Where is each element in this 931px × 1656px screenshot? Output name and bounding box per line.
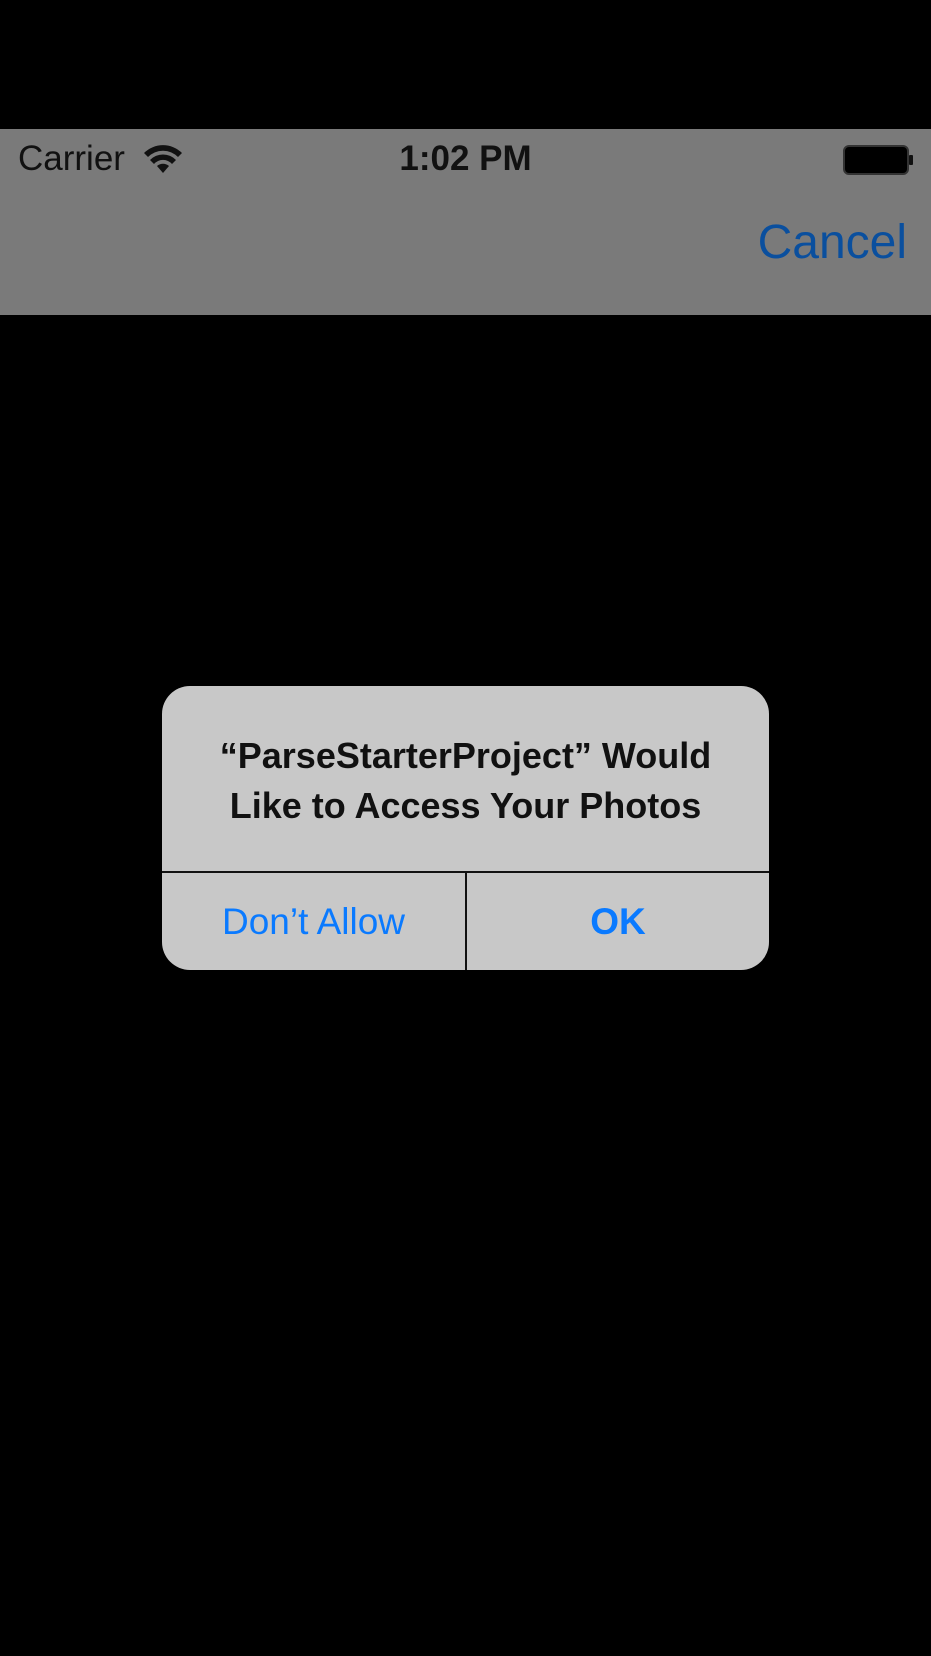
dont-allow-button[interactable]: Don’t Allow bbox=[162, 873, 465, 970]
cancel-button[interactable]: Cancel bbox=[758, 216, 907, 270]
battery-icon bbox=[843, 145, 913, 175]
top-letterbox bbox=[0, 0, 931, 129]
content-area bbox=[0, 315, 931, 1656]
alert-title-line-1: “ParseStarterProject” Would bbox=[219, 735, 712, 776]
navigation-bar: Cancel bbox=[0, 191, 931, 315]
status-time: 1:02 PM bbox=[399, 139, 532, 178]
alert-title: “ParseStarterProject” Would Like to Acce… bbox=[182, 731, 749, 831]
permission-alert: “ParseStarterProject” Would Like to Acce… bbox=[162, 686, 769, 970]
status-bar: Carrier 1:02 PM bbox=[0, 129, 931, 191]
alert-title-line-2: Like to Access Your Photos bbox=[229, 785, 702, 826]
ok-button[interactable]: OK bbox=[467, 873, 769, 970]
header: Carrier 1:02 PM Cancel bbox=[0, 129, 931, 315]
